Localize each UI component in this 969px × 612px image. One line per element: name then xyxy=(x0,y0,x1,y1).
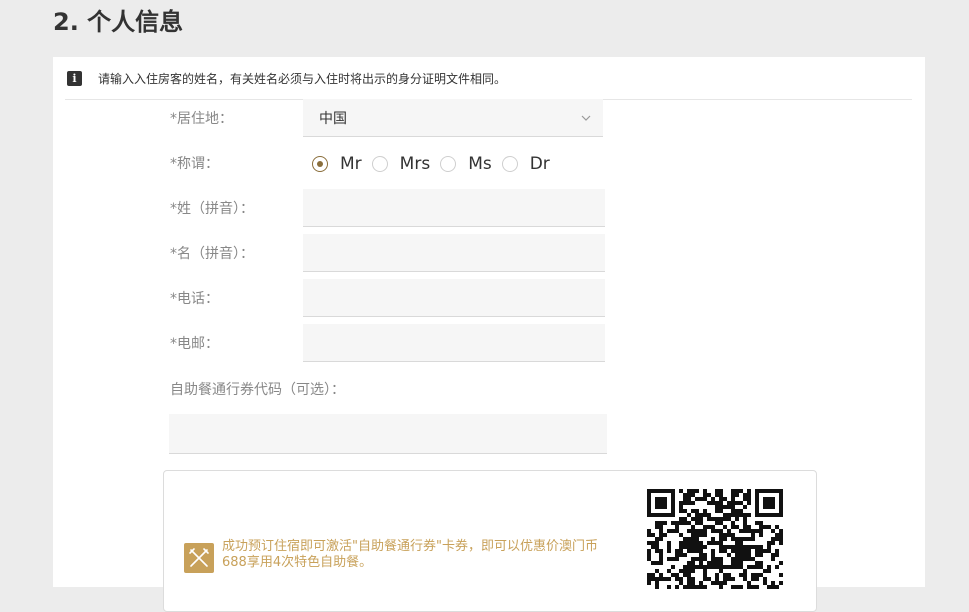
salutation-radio-group: Mr Mrs Ms Dr xyxy=(312,144,560,184)
salutation-row: *称谓： Mr Mrs Ms Dr xyxy=(53,144,925,184)
given-name-row: *名（拼音）： xyxy=(53,234,925,274)
email-input[interactable] xyxy=(303,324,605,362)
phone-label: *电话： xyxy=(170,291,219,307)
salutation-option-mr[interactable]: Mr xyxy=(312,154,362,174)
promo-text: 成功预订住宿即可激活"自助餐通行券"卡券，即可以优惠价澳门币688享用4次特色自… xyxy=(222,539,598,570)
utensils-icon xyxy=(184,543,214,573)
residence-row: *居住地： 中国 xyxy=(53,99,925,139)
radio-mrs[interactable] xyxy=(371,156,388,172)
surname-input[interactable] xyxy=(303,189,605,227)
salutation-option-mrs[interactable]: Mrs xyxy=(371,154,431,174)
given-name-label: *名（拼音）： xyxy=(170,246,254,262)
personal-info-panel: i 请输入入住房客的姓名，有关姓名必须与入住时将出示的身分证明文件相同。 *居住… xyxy=(53,57,925,612)
radio-label-ms: Ms xyxy=(468,154,492,174)
radio-mr[interactable] xyxy=(312,156,328,172)
chevron-down-icon xyxy=(581,115,591,121)
radio-ms[interactable] xyxy=(440,156,457,172)
surname-row: *姓（拼音）： xyxy=(53,189,925,229)
residence-label: *居住地： xyxy=(170,111,233,127)
voucher-code-input[interactable] xyxy=(169,414,607,454)
qr-code xyxy=(647,489,783,589)
residence-value: 中国 xyxy=(319,110,347,127)
email-row: *电邮： xyxy=(53,324,925,364)
residence-select[interactable]: 中国 xyxy=(303,99,603,137)
surname-label: *姓（拼音）： xyxy=(170,201,254,217)
radio-label-dr: Dr xyxy=(529,154,550,174)
email-label: *电邮： xyxy=(170,336,219,352)
buffet-promo-card: 成功预订住宿即可激活"自助餐通行券"卡券，即可以优惠价澳门币688享用4次特色自… xyxy=(163,470,817,612)
radio-label-mr: Mr xyxy=(340,154,362,174)
phone-row: *电话： xyxy=(53,279,925,319)
salutation-option-ms[interactable]: Ms xyxy=(440,154,492,174)
notice-bar: i 请输入入住房客的姓名，有关姓名必须与入住时将出示的身分证明文件相同。 xyxy=(65,57,912,100)
radio-dr[interactable] xyxy=(501,156,518,172)
phone-input[interactable] xyxy=(303,279,605,317)
given-name-input[interactable] xyxy=(303,234,605,272)
section-title: 2. 个人信息 xyxy=(53,8,184,36)
salutation-label: *称谓： xyxy=(170,156,219,172)
radio-label-mrs: Mrs xyxy=(399,154,431,174)
notice-text: 请输入入住房客的姓名，有关姓名必须与入住时将出示的身分证明文件相同。 xyxy=(98,71,507,86)
salutation-option-dr[interactable]: Dr xyxy=(501,154,550,174)
voucher-code-label: 自助餐通行券代码（可选）： xyxy=(170,382,345,398)
info-icon: i xyxy=(67,70,82,86)
